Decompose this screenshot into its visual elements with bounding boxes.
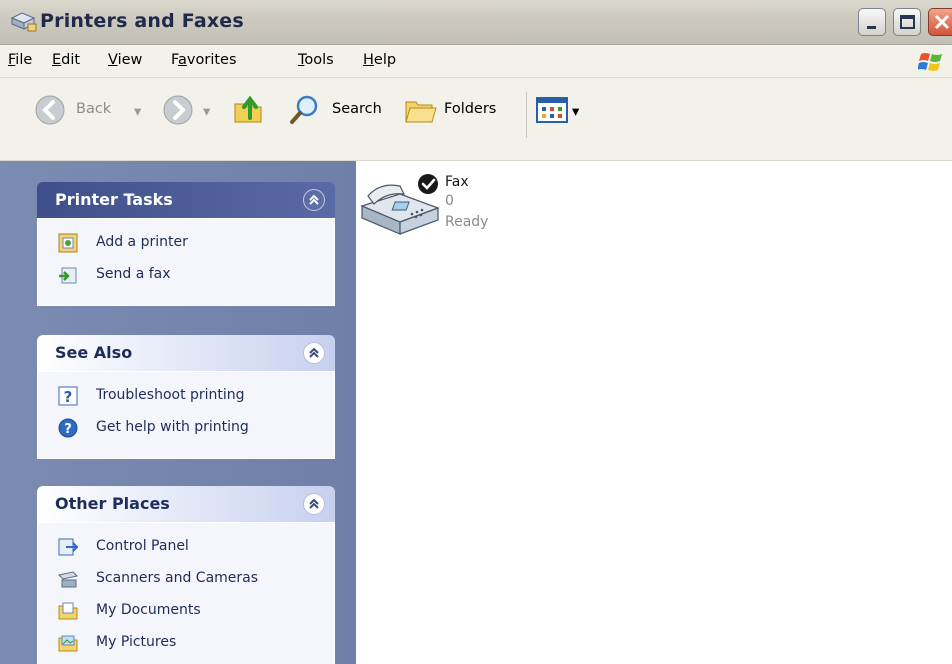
up-folder-icon: [234, 95, 262, 123]
task-label: My Documents: [96, 602, 201, 618]
printer-name[interactable]: Fax: [445, 174, 469, 190]
back-arrow-icon: [35, 95, 65, 125]
printers-and-faxes-window: Printers and Faxes File Edit View Favori…: [0, 0, 952, 664]
folders-icon: [405, 101, 437, 123]
back-button[interactable]: Back: [34, 94, 111, 130]
task-label: Add a printer: [96, 234, 188, 250]
my-pictures-icon: [58, 633, 78, 653]
collapse-chevron-icon[interactable]: [303, 189, 325, 211]
place-control-panel[interactable]: Control Panel: [58, 537, 328, 559]
printer-tasks-header[interactable]: Printer Tasks: [37, 182, 335, 218]
printer-tasks-body: Add a printer Send a fax: [37, 218, 335, 306]
printer-tasks-title: Printer Tasks: [55, 190, 173, 209]
minimize-button[interactable]: [858, 8, 886, 36]
other-places-panel: Other Places Control Panel Scanners and: [37, 486, 335, 664]
task-label: Scanners and Cameras: [96, 570, 259, 586]
menu-help[interactable]: Help: [363, 52, 396, 68]
see-also-header[interactable]: See Also: [37, 335, 335, 371]
send-fax-icon: [58, 265, 78, 285]
back-label: Back: [76, 101, 112, 117]
place-my-documents[interactable]: My Documents: [58, 601, 328, 623]
svg-text:?: ?: [64, 422, 72, 437]
help-circle-icon: ?: [58, 418, 78, 438]
printers-list: [356, 161, 952, 664]
toolbar-separator: [526, 92, 527, 138]
task-send-fax[interactable]: Send a fax: [58, 265, 328, 287]
other-places-header[interactable]: Other Places: [37, 486, 335, 522]
up-folder-button[interactable]: [232, 92, 266, 130]
printer-item-fax[interactable]: [360, 172, 444, 244]
windows-logo-icon: [917, 50, 944, 78]
toolbar: [0, 78, 952, 161]
window-title: Printers and Faxes: [40, 10, 244, 32]
folders-button[interactable]: Folders: [404, 94, 496, 130]
scanner-camera-icon: [57, 569, 79, 589]
search-icon: [290, 95, 318, 124]
task-troubleshoot-printing[interactable]: ? Troubleshoot printing: [58, 386, 328, 408]
collapse-chevron-icon[interactable]: [303, 493, 325, 515]
control-panel-icon: [58, 537, 80, 557]
search-label: Search: [332, 101, 382, 117]
svg-text:?: ?: [64, 388, 73, 406]
menu-bar: File Edit View Favorites Tools Help: [0, 45, 952, 78]
menu-view[interactable]: View: [108, 52, 142, 68]
place-my-pictures[interactable]: My Pictures: [58, 633, 328, 655]
menu-edit[interactable]: Edit: [52, 52, 80, 68]
forward-arrow-icon: [163, 95, 193, 125]
menu-file[interactable]: File: [8, 52, 32, 68]
views-button[interactable]: [536, 96, 570, 128]
see-also-body: ? Troubleshoot printing ? Get help with …: [37, 371, 335, 459]
see-also-panel: See Also ? Troubleshoot printing ? Get h…: [37, 335, 335, 459]
place-scanners-cameras[interactable]: Scanners and Cameras: [57, 569, 328, 591]
task-pane: Printer Tasks Add a printer Send a fax S…: [0, 161, 356, 664]
other-places-title: Other Places: [55, 494, 170, 513]
task-label: Send a fax: [96, 266, 171, 282]
fax-machine-icon: [360, 174, 440, 235]
close-button[interactable]: [928, 8, 952, 36]
help-question-icon: ?: [58, 386, 78, 406]
collapse-chevron-icon[interactable]: [303, 342, 325, 364]
add-printer-icon: [58, 233, 78, 253]
task-label: My Pictures: [96, 634, 177, 650]
menu-favorites[interactable]: Favorites: [171, 52, 237, 68]
task-add-printer[interactable]: Add a printer: [58, 233, 328, 255]
other-places-body: Control Panel Scanners and Cameras My Do…: [37, 522, 335, 664]
printer-jobs-count: 0: [445, 193, 454, 209]
printer-status: Ready: [445, 214, 489, 230]
search-button[interactable]: Search: [288, 94, 382, 130]
task-label: Get help with printing: [96, 419, 249, 435]
forward-dropdown-arrow-icon[interactable]: ▾: [203, 104, 210, 120]
views-dropdown-arrow-icon[interactable]: ▾: [572, 104, 579, 120]
printer-tasks-panel: Printer Tasks Add a printer Send a fax: [37, 182, 335, 306]
maximize-button[interactable]: [893, 8, 921, 36]
printers-folder-icon: [10, 10, 38, 34]
see-also-title: See Also: [55, 343, 133, 362]
task-label: Troubleshoot printing: [96, 387, 245, 403]
my-documents-icon: [58, 601, 78, 621]
title-bar[interactable]: Printers and Faxes: [0, 0, 952, 45]
views-icon: [536, 97, 568, 123]
task-get-help-printing[interactable]: ? Get help with printing: [58, 418, 328, 440]
menu-tools[interactable]: Tools: [298, 52, 334, 68]
folders-label: Folders: [444, 101, 497, 117]
task-label: Control Panel: [96, 538, 189, 554]
back-dropdown-arrow-icon[interactable]: ▾: [134, 104, 141, 120]
forward-button[interactable]: [162, 94, 194, 130]
